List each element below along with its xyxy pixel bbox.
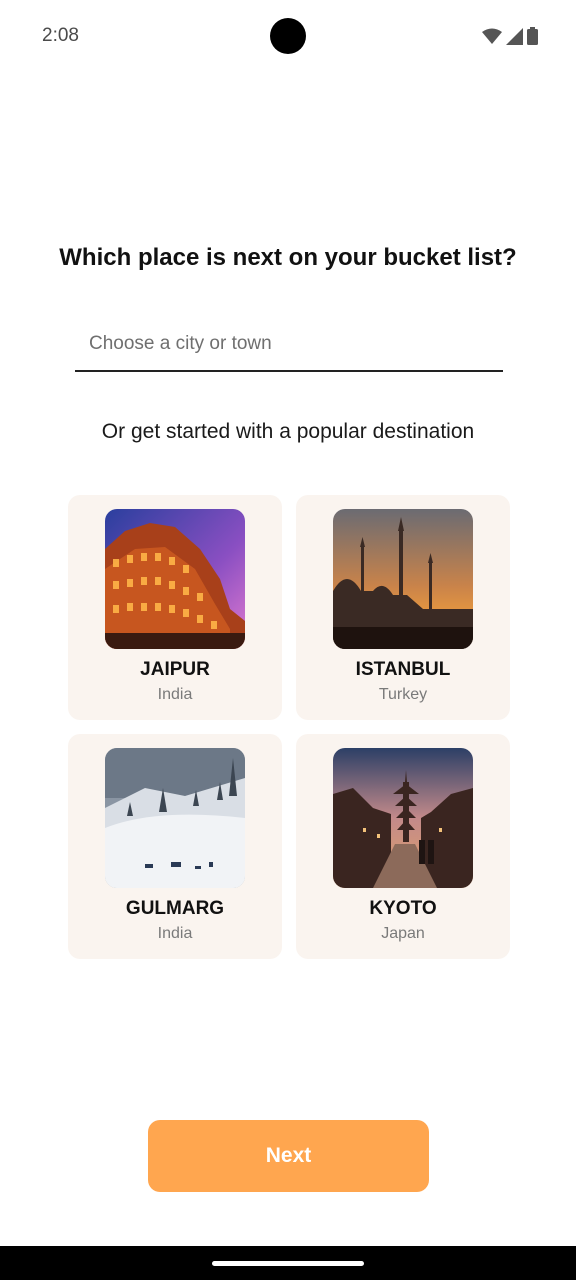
destination-country: India [157,925,193,942]
camera-cutout [270,18,306,54]
destination-country: India [157,686,193,703]
destination-country: Turkey [378,686,428,703]
destinations-grid: JAIPUR India ISTANBUL Turkey GULMARG Ind… [68,495,510,959]
destination-card-istanbul[interactable]: ISTANBUL Turkey [296,495,510,720]
destination-city: JAIPUR [140,659,210,680]
city-search-input[interactable] [75,318,503,372]
status-icons [482,27,538,45]
destination-card-jaipur[interactable]: JAIPUR India [68,495,282,720]
kyoto-photo [333,748,473,888]
gulmarg-photo [105,748,245,888]
istanbul-photo [333,509,473,649]
home-gesture-handle[interactable] [212,1261,364,1266]
navigation-bar [0,1246,576,1280]
jaipur-photo [105,509,245,649]
next-button[interactable]: Next [148,1120,429,1192]
page-title: Which place is next on your bucket list? [59,244,517,271]
destination-city: KYOTO [369,898,437,919]
destination-card-gulmarg[interactable]: GULMARG India [68,734,282,959]
wifi-icon [482,28,502,44]
destination-city: ISTANBUL [355,659,451,680]
battery-icon [527,27,538,45]
screen: 2:08 Which place is next on your bucket … [0,0,576,1280]
search-field[interactable] [75,318,503,374]
destination-country: Japan [381,925,425,942]
popular-destinations-label: Or get started with a popular destinatio… [101,420,475,443]
status-time: 2:08 [42,25,79,46]
destination-card-kyoto[interactable]: KYOTO Japan [296,734,510,959]
status-bar: 2:08 [0,0,576,72]
destination-city: GULMARG [125,898,225,919]
cell-signal-icon [506,27,523,45]
